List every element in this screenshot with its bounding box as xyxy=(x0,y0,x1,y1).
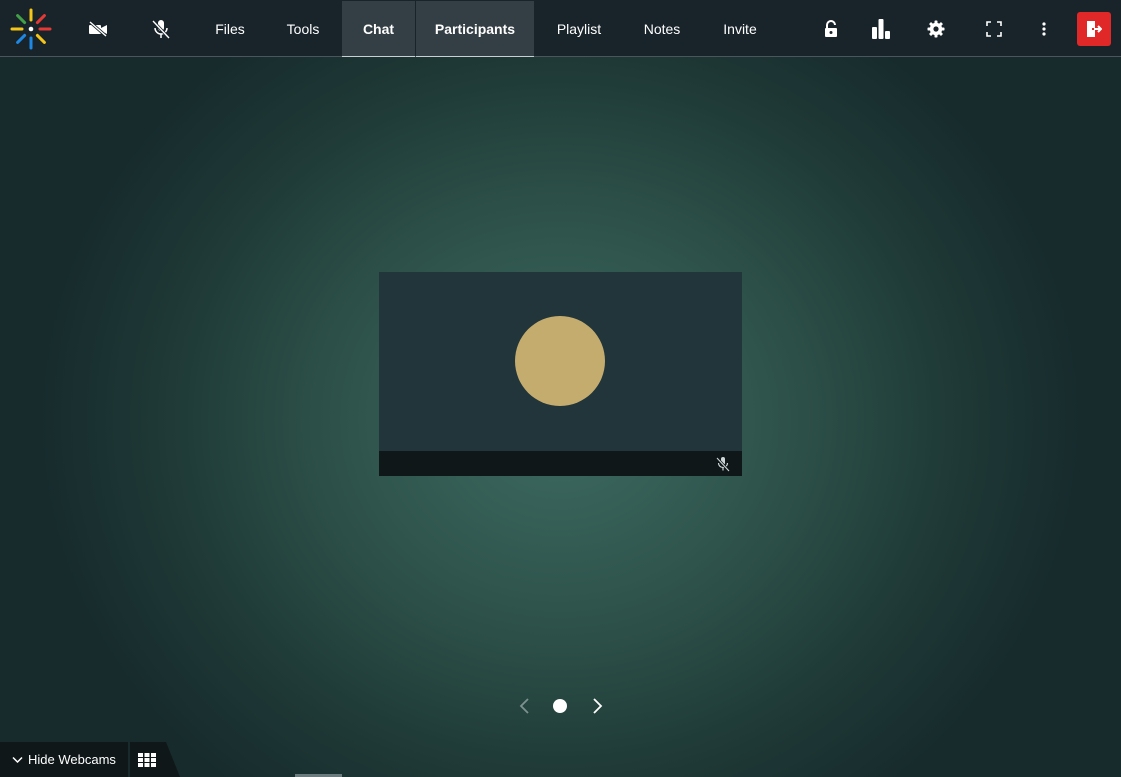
bottom-controls: Hide Webcams xyxy=(0,742,180,777)
tab-notes[interactable]: Notes xyxy=(633,1,691,57)
exit-icon xyxy=(1087,21,1102,37)
tab-chat[interactable]: Chat xyxy=(342,1,415,57)
video-tile-footer xyxy=(379,451,742,476)
chevron-right-icon[interactable] xyxy=(587,696,607,716)
gear-icon xyxy=(927,20,945,37)
hide-webcams-label: Hide Webcams xyxy=(28,752,116,767)
top-navigation-bar: Files Tools Chat Participants Playlist N… xyxy=(0,0,1121,57)
microphone-toggle-button[interactable] xyxy=(148,0,174,57)
camera-off-icon xyxy=(89,20,107,37)
logo-icon xyxy=(10,8,52,50)
more-vertical-icon xyxy=(1042,21,1046,36)
video-tile[interactable] xyxy=(379,272,742,476)
settings-button[interactable] xyxy=(923,0,949,57)
more-options-button[interactable] xyxy=(1034,0,1054,57)
grid-icon xyxy=(138,752,156,767)
statistics-button[interactable] xyxy=(868,0,894,57)
bar-chart-icon xyxy=(872,18,890,39)
camera-toggle-button[interactable] xyxy=(84,0,112,57)
grid-view-button[interactable] xyxy=(130,742,180,777)
tab-files[interactable]: Files xyxy=(202,1,258,57)
tab-participants[interactable]: Participants xyxy=(416,1,534,57)
mic-off-icon xyxy=(716,457,730,472)
tab-playlist[interactable]: Playlist xyxy=(545,1,613,57)
app: Files Tools Chat Participants Playlist N… xyxy=(0,0,1121,777)
page-indicator-dot[interactable] xyxy=(553,699,567,713)
fullscreen-icon xyxy=(986,20,1002,37)
tab-invite[interactable]: Invite xyxy=(710,1,770,57)
mic-off-icon xyxy=(151,19,171,39)
chevron-down-icon xyxy=(12,756,23,763)
chevron-left-icon[interactable] xyxy=(515,696,535,716)
hide-webcams-button[interactable]: Hide Webcams xyxy=(0,742,128,777)
exit-button[interactable] xyxy=(1077,12,1111,46)
unlock-icon xyxy=(825,19,837,37)
lock-button[interactable] xyxy=(819,0,843,57)
tab-tools[interactable]: Tools xyxy=(274,1,332,57)
fullscreen-button[interactable] xyxy=(982,0,1006,57)
avatar xyxy=(515,316,605,406)
